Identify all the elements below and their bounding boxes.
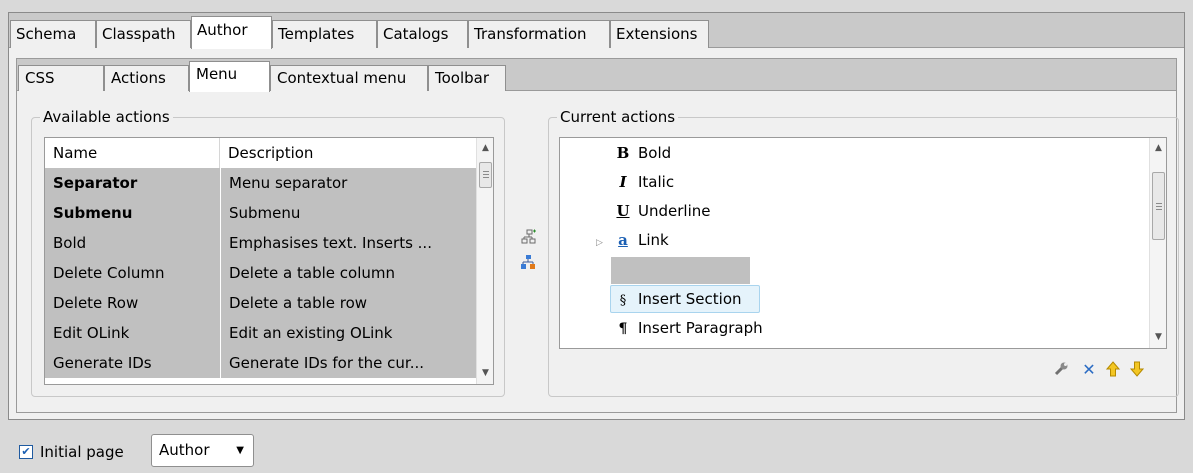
column-header-name[interactable]: Name <box>45 138 220 168</box>
table-row[interactable]: Delete Row Delete a table row <box>45 288 476 318</box>
scroll-up-arrow-icon[interactable]: ▲ <box>1150 140 1166 157</box>
tree-item-italic[interactable]: I Italic <box>614 168 674 196</box>
row-name: Delete Row <box>53 294 139 312</box>
table-row[interactable]: Generate IDs Generate IDs for the cur... <box>45 348 476 378</box>
tree-item-underline[interactable]: U Underline <box>614 197 710 225</box>
tree-item-insert-paragraph[interactable]: ¶ Insert Paragraph <box>614 314 763 342</box>
row-description: Generate IDs for the cur... <box>220 348 456 378</box>
tab-menu[interactable]: Menu <box>189 61 270 92</box>
initial-page-select[interactable]: Author ▼ <box>151 434 254 467</box>
tab-transformation[interactable]: Transformation <box>468 20 610 48</box>
tab-toolbar[interactable]: Toolbar <box>428 65 506 91</box>
available-actions-legend: Available actions <box>40 108 173 126</box>
author-sub-tab-bar: CSS Actions Menu Contextual menu Toolbar <box>17 59 1176 92</box>
current-actions-legend: Current actions <box>557 108 679 126</box>
scroll-thumb[interactable] <box>479 162 492 188</box>
table-row[interactable]: Edit OLink Edit an existing OLink <box>45 318 476 348</box>
tab-contextual-menu[interactable]: Contextual menu <box>270 65 428 91</box>
move-down-icon[interactable] <box>1128 361 1146 379</box>
row-name: Edit OLink <box>53 324 130 342</box>
available-actions-table[interactable]: Name Description Separator Menu separato… <box>44 137 494 385</box>
add-as-child-icon[interactable] <box>520 254 536 270</box>
current-actions-toolbar: ✕ <box>1052 361 1162 379</box>
paragraph-icon: ¶ <box>618 321 628 337</box>
current-actions-tree[interactable]: B Bold I Italic U Underline ▷ a Link § Insert … <box>559 137 1167 349</box>
tab-extensions[interactable]: Extensions <box>610 20 709 48</box>
initial-page-label: Initial page <box>40 443 124 461</box>
row-name: Generate IDs <box>53 354 152 372</box>
row-description: Delete a table row <box>220 288 456 318</box>
table-row[interactable]: Bold Emphasises text. Inserts ... <box>45 228 476 258</box>
author-panel: CSS Actions Menu Contextual menu Toolbar… <box>16 58 1179 413</box>
section-icon: § <box>619 293 627 308</box>
tree-item-link[interactable]: ▷ a Link <box>596 226 669 254</box>
tab-templates[interactable]: Templates <box>272 20 377 48</box>
expand-arrow-icon[interactable]: ▷ <box>596 229 614 257</box>
tab-actions[interactable]: Actions <box>104 65 189 91</box>
current-actions-group: Current actions B Bold I Italic U Underline… <box>548 108 1179 397</box>
table-row[interactable]: Separator Menu separator <box>45 168 476 198</box>
available-actions-group: Available actions Name Description Separ… <box>31 108 505 397</box>
tab-author[interactable]: Author <box>191 16 272 49</box>
table-header: Name Description <box>45 138 476 168</box>
table-row[interactable]: Submenu Submenu <box>45 198 476 228</box>
tab-classpath[interactable]: Classpath <box>96 20 191 48</box>
table-row[interactable]: Delete Column Delete a table column <box>45 258 476 288</box>
scroll-down-arrow-icon[interactable]: ▼ <box>1150 329 1166 346</box>
initial-page-select-value: Author <box>159 441 210 459</box>
underline-icon: U <box>616 202 630 220</box>
add-as-sibling-icon[interactable] <box>520 229 536 245</box>
column-header-description[interactable]: Description <box>220 138 457 168</box>
footer-bar: ✔ Initial page Author ▼ <box>0 428 1193 473</box>
options-panel: Schema Classpath Author Templates Catalo… <box>8 12 1185 420</box>
row-name: Delete Column <box>53 264 165 282</box>
remove-icon[interactable]: ✕ <box>1080 361 1098 379</box>
current-scrollbar[interactable]: ▲ ▼ <box>1149 138 1166 348</box>
row-name: Separator <box>53 174 138 192</box>
row-description: Submenu <box>220 198 456 228</box>
italic-icon: I <box>619 173 627 191</box>
row-name: Submenu <box>53 204 133 222</box>
row-description: Emphasises text. Inserts ... <box>220 228 456 258</box>
scroll-up-arrow-icon[interactable]: ▲ <box>477 140 493 157</box>
row-name: Bold <box>53 234 87 252</box>
tab-schema[interactable]: Schema <box>10 20 96 48</box>
move-up-icon[interactable] <box>1104 361 1122 379</box>
row-description: Menu separator <box>220 168 456 198</box>
scroll-down-arrow-icon[interactable]: ▼ <box>477 365 493 382</box>
scroll-thumb[interactable] <box>1152 172 1165 240</box>
tree-item-insert-section[interactable]: § Insert Section <box>610 285 760 313</box>
properties-wrench-icon[interactable] <box>1052 361 1070 379</box>
separator-item[interactable] <box>611 257 750 284</box>
tree-item-bold[interactable]: B Bold <box>614 139 672 167</box>
tab-css[interactable]: CSS <box>18 65 104 91</box>
tab-catalogs[interactable]: Catalogs <box>377 20 468 48</box>
available-scrollbar[interactable]: ▲ ▼ <box>476 138 493 384</box>
initial-page-checkbox[interactable]: ✔ <box>19 445 33 459</box>
link-icon: a <box>618 231 628 249</box>
chevron-down-icon: ▼ <box>236 445 244 456</box>
row-description: Edit an existing OLink <box>220 318 456 348</box>
bold-icon: B <box>616 144 630 162</box>
top-tab-bar: Schema Classpath Author Templates Catalo… <box>9 13 1184 49</box>
row-description: Delete a table column <box>220 258 456 288</box>
